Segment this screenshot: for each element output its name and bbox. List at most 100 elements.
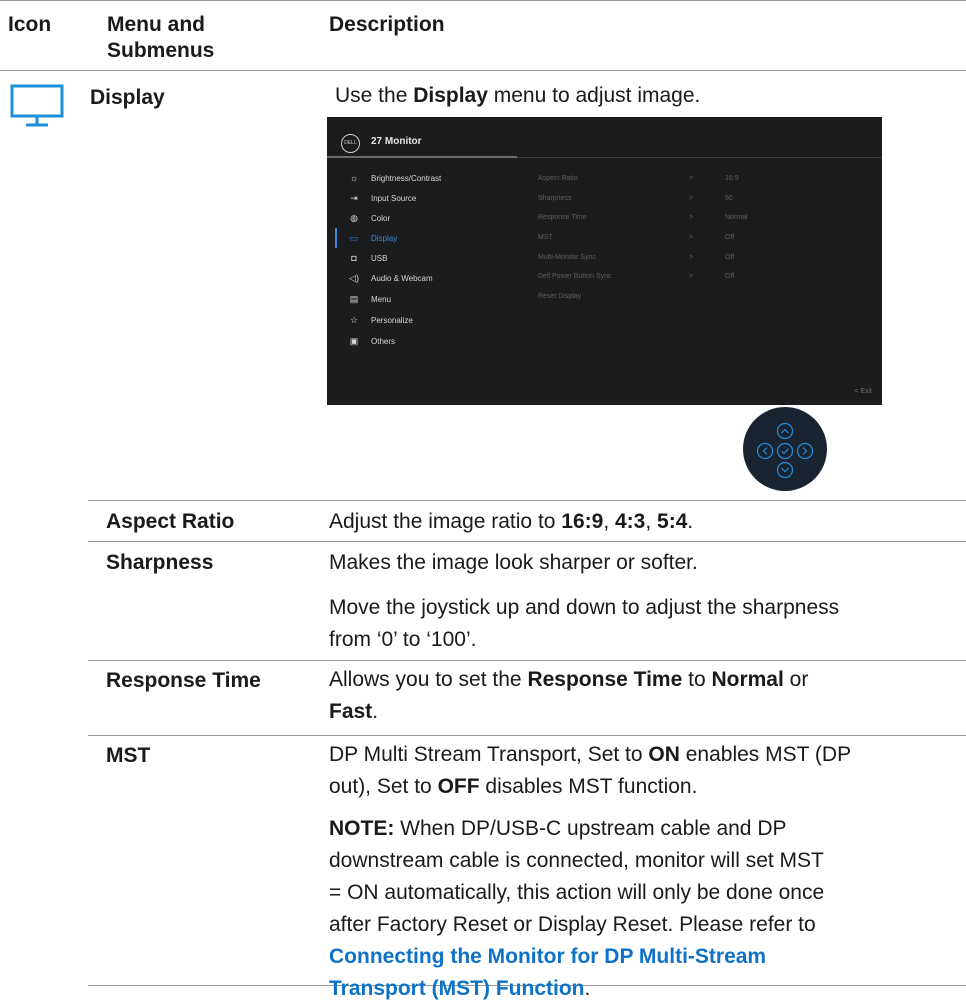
desc-text: downstream cable is connected, monitor w… bbox=[329, 849, 824, 872]
osd-sub-value: Off bbox=[725, 273, 735, 280]
desc-text: Allows you to set the bbox=[329, 668, 528, 691]
aspect-ratio-description: Adjust the image ratio to 16:9, 4:3, 5:4… bbox=[329, 506, 693, 538]
menu-sharpness: Sharpness bbox=[106, 551, 214, 574]
osd-menu-label: Brightness/Contrast bbox=[371, 173, 442, 183]
osd-menu-audio-webcam[interactable]: ◁) Audio & Webcam bbox=[347, 268, 433, 288]
osd-menu-brightness[interactable]: ☼ Brightness/Contrast bbox=[347, 168, 441, 188]
usb-icon: ◘ bbox=[351, 253, 357, 263]
osd-sub-value: Off bbox=[725, 254, 735, 261]
osd-sub-value: Off bbox=[725, 234, 735, 241]
response-time-description: Allows you to set the Response Time to N… bbox=[329, 664, 808, 728]
chevron-right-icon: > bbox=[689, 273, 694, 280]
desc-bold: Fast bbox=[329, 700, 373, 723]
desc-bold: OFF bbox=[437, 775, 480, 798]
monitor-icon bbox=[10, 84, 64, 133]
display-desc-bold: Display bbox=[413, 84, 488, 107]
osd-menu-label: Color bbox=[371, 213, 391, 223]
osd-menu-others[interactable]: ▣ Others bbox=[347, 331, 395, 351]
osd-sub-value: 16:9 bbox=[725, 175, 739, 182]
desc-text: out), Set to bbox=[329, 775, 438, 798]
osd-exit[interactable]: < Exit bbox=[854, 388, 872, 395]
desc-text: . bbox=[372, 700, 379, 723]
osd-menu-personalize[interactable]: ☆ Personalize bbox=[347, 310, 413, 330]
desc-text: Move the joystick up and down to adjust … bbox=[329, 596, 840, 619]
input-source-icon: ⇥ bbox=[350, 192, 358, 203]
dell-logo: DELL bbox=[341, 134, 360, 153]
header-menu: Menu and Submenus bbox=[107, 12, 214, 64]
menu-aspect-ratio: Aspect Ratio bbox=[106, 510, 235, 533]
desc-text: = ON automatically, this action will onl… bbox=[329, 881, 825, 904]
menu-mst: MST bbox=[106, 744, 151, 767]
osd-sub-multi-monitor-sync[interactable]: Multi-Monitor Sync bbox=[538, 254, 596, 261]
mst-link[interactable]: Connecting the Monitor for DP Multi-Stre… bbox=[329, 945, 766, 968]
desc-text: to bbox=[682, 668, 712, 691]
joystick-icon bbox=[743, 407, 827, 491]
osd-menu-display[interactable]: ▭ Display bbox=[347, 228, 398, 248]
row-divider bbox=[88, 541, 966, 542]
desc-text: from ‘0’ to ‘100’. bbox=[329, 628, 477, 651]
chevron-right-icon: > bbox=[689, 214, 694, 221]
display-desc-text: menu to adjust image. bbox=[487, 84, 701, 107]
osd-menu-label: Display bbox=[371, 233, 398, 243]
osd-screenshot: DELL 27 Monitor ☼ Brightness/Contrast ⇥ In… bbox=[327, 117, 882, 405]
desc-bold: 5:4 bbox=[657, 510, 688, 533]
display-description: Use the Display menu to adjust image. bbox=[335, 80, 700, 112]
osd-menu-label: Input Source bbox=[371, 193, 417, 203]
header-menu-line1: Menu and bbox=[107, 13, 205, 36]
chevron-right-icon: > bbox=[689, 175, 694, 182]
chevron-right-icon: > bbox=[689, 195, 694, 202]
osd-menu-label: USB bbox=[371, 253, 388, 263]
osd-menu-label: Others bbox=[371, 336, 396, 346]
osd-sub-mst[interactable]: MST bbox=[538, 234, 553, 241]
desc-text: . bbox=[584, 977, 591, 1000]
desc-text: enables MST (DP bbox=[679, 743, 852, 766]
osd-selection-bar bbox=[335, 228, 337, 248]
row-divider bbox=[88, 660, 966, 661]
desc-bold: ON bbox=[648, 743, 680, 766]
sharpness-description-line1: Makes the image look sharper or softer. bbox=[329, 551, 698, 574]
display-desc-text: Use the bbox=[335, 84, 414, 107]
desc-text: , bbox=[603, 510, 615, 533]
osd-sub-value: 50 bbox=[725, 195, 733, 202]
others-icon: ▣ bbox=[349, 335, 359, 346]
osd-sub-value: Normal bbox=[725, 214, 748, 221]
table-top-border bbox=[0, 0, 966, 1]
osd-menu-color[interactable]: ◍ Color bbox=[347, 208, 390, 228]
color-palette-icon: ◍ bbox=[350, 212, 358, 223]
desc-text: or bbox=[783, 668, 809, 691]
osd-menu-label: Menu bbox=[371, 294, 392, 304]
desc-bold: 4:3 bbox=[615, 510, 646, 533]
mst-link[interactable]: Transport (MST) Function bbox=[329, 977, 584, 1000]
mst-note: NOTE: When DP/USB-C upstream cable and D… bbox=[329, 813, 824, 1005]
osd-menu-menu[interactable]: ▤ Menu bbox=[347, 289, 391, 309]
header-divider bbox=[0, 70, 966, 71]
header-icon: Icon bbox=[8, 13, 52, 36]
osd-sub-reset-display[interactable]: Reset Display bbox=[538, 293, 581, 300]
chevron-right-icon: > bbox=[689, 254, 694, 261]
brightness-icon: ☼ bbox=[349, 173, 359, 183]
osd-sub-aspect-ratio[interactable]: Aspect Ratio bbox=[538, 175, 578, 182]
display-icon: ▭ bbox=[349, 232, 359, 243]
mst-description: DP Multi Stream Transport, Set to ON ena… bbox=[329, 739, 851, 803]
osd-sub-sharpness[interactable]: Sharpness bbox=[538, 195, 571, 202]
header-description: Description bbox=[329, 13, 445, 36]
osd-menu-usb[interactable]: ◘ USB bbox=[347, 248, 387, 268]
note-label: NOTE: bbox=[329, 817, 395, 840]
row-divider bbox=[88, 735, 966, 736]
desc-bold: Response Time bbox=[527, 668, 683, 691]
desc-text: When DP/USB-C upstream cable and DP bbox=[394, 817, 787, 840]
desc-text: DP Multi Stream Transport, Set to bbox=[329, 743, 649, 766]
osd-menu-label: Personalize bbox=[371, 315, 413, 325]
desc-text: , bbox=[645, 510, 658, 533]
osd-sub-response-time[interactable]: Response Time bbox=[538, 214, 587, 221]
osd-menu-label: Audio & Webcam bbox=[371, 273, 433, 283]
osd-sub-power-button-sync[interactable]: Dell Power Button Sync bbox=[538, 273, 612, 280]
desc-text: after Factory Reset or Display Reset. Pl… bbox=[329, 913, 816, 936]
desc-text: Adjust the image ratio to bbox=[329, 510, 562, 533]
speaker-icon: ◁) bbox=[349, 272, 359, 283]
osd-title: 27 Monitor bbox=[371, 136, 422, 147]
osd-menu-input-source[interactable]: ⇥ Input Source bbox=[347, 188, 416, 208]
sharpness-description-line2: Move the joystick up and down to adjust … bbox=[329, 592, 839, 656]
row-divider bbox=[88, 500, 966, 501]
menu-response-time: Response Time bbox=[106, 669, 261, 692]
